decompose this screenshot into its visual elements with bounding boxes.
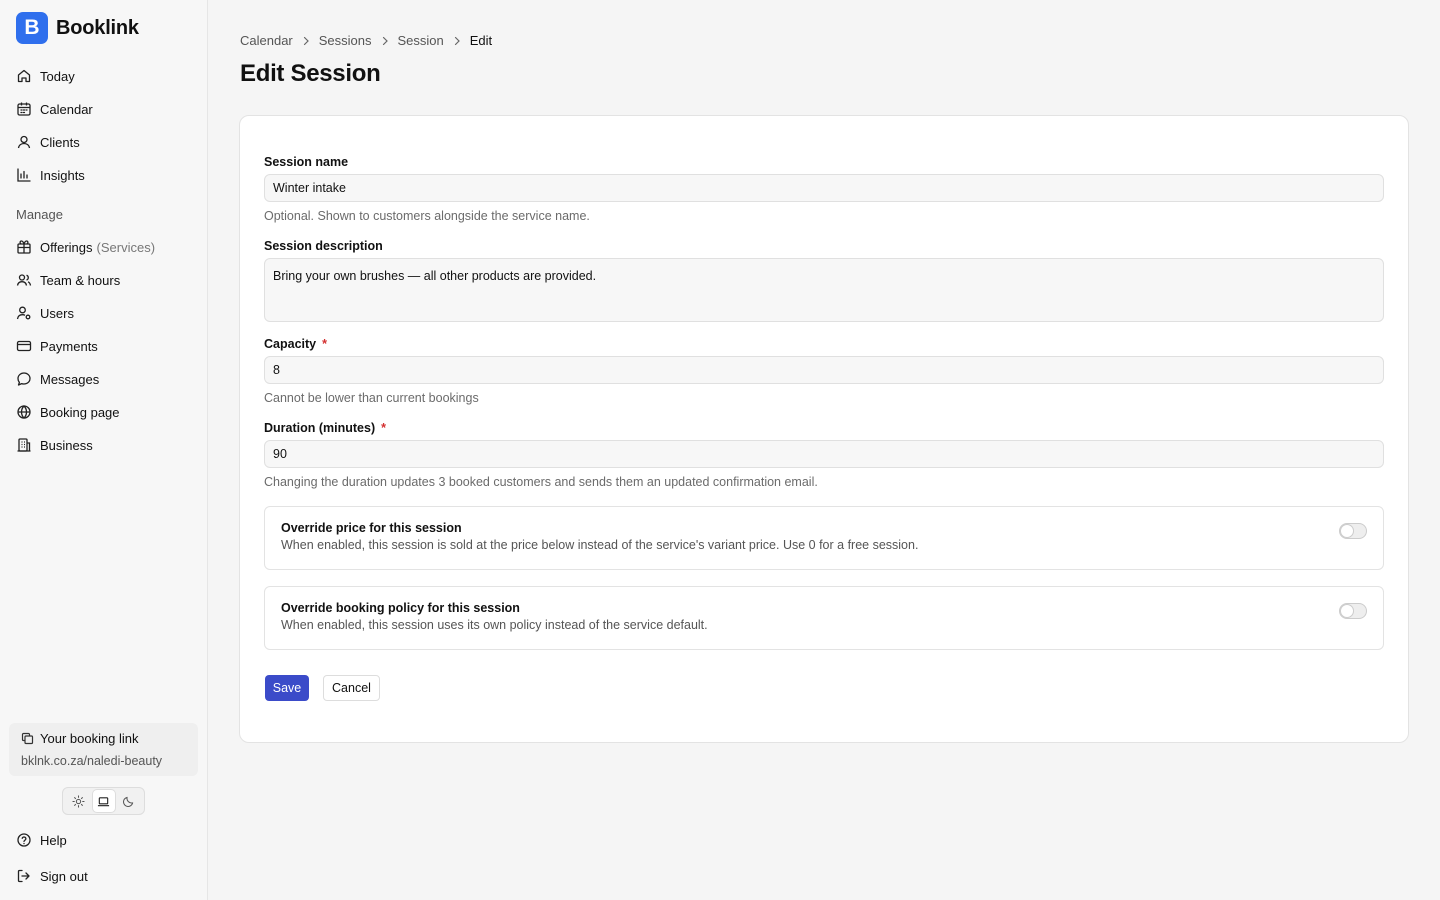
laptop-icon (97, 796, 110, 806)
credit-card-icon (16, 338, 32, 354)
override-price-panel: Override price for this session When ena… (264, 506, 1384, 570)
toggle-knob (1341, 605, 1353, 617)
override-price-toggle[interactable] (1339, 523, 1367, 539)
required-mark: * (322, 337, 327, 351)
sidebar-item-payments[interactable]: Payments (16, 334, 98, 358)
session-description-textarea[interactable]: Bring your own brushes — all other produ… (264, 258, 1384, 322)
users-icon (16, 272, 32, 288)
session-name-hint: Optional. Shown to customers alongside t… (264, 209, 590, 223)
sidebar-item-clients[interactable]: Clients (16, 130, 80, 154)
gift-icon (16, 239, 32, 255)
capacity-label-text: Capacity (264, 337, 317, 351)
globe-icon (16, 404, 32, 420)
theme-light-button[interactable] (68, 790, 90, 812)
sidebar-item-users[interactable]: Users (16, 301, 74, 325)
booking-link-url[interactable]: bklnk.co.za/naledi-beauty (21, 754, 186, 768)
sidebar: B Booklink Today Calendar Clients Insigh… (0, 0, 208, 900)
session-name-input[interactable] (264, 174, 1384, 202)
brand-name: Booklink (56, 16, 139, 39)
sidebar-item-suffix: (Services) (96, 239, 156, 255)
sidebar-item-label: Payments (40, 338, 98, 354)
sidebar-item-help[interactable]: Help (16, 828, 67, 852)
chart-icon (16, 167, 32, 183)
sidebar-item-label: Help (40, 832, 67, 848)
help-icon (16, 832, 32, 848)
breadcrumb-edit: Edit (469, 33, 493, 48)
breadcrumb: Calendar Sessions Session Edit (240, 33, 492, 48)
booking-link-title-text: Your booking link (40, 731, 139, 746)
required-mark: * (381, 421, 386, 435)
edit-session-form: Session name Optional. Shown to customer… (239, 115, 1409, 743)
override-policy-title: Override booking policy for this session (281, 601, 520, 615)
message-icon (16, 371, 32, 387)
override-price-description: When enabled, this session is sold at th… (281, 538, 919, 552)
sidebar-item-insights[interactable]: Insights (16, 163, 85, 187)
breadcrumb-sessions[interactable]: Sessions (319, 33, 372, 48)
sidebar-item-offerings[interactable]: Offerings (Services) (16, 235, 155, 259)
override-policy-toggle[interactable] (1339, 603, 1367, 619)
cancel-button[interactable]: Cancel (323, 675, 380, 701)
sidebar-item-label: Booking page (40, 404, 120, 420)
capacity-hint: Cannot be lower than current bookings (264, 391, 479, 405)
building-icon (16, 437, 32, 453)
sidebar-item-label: Users (40, 305, 74, 321)
sidebar-item-today[interactable]: Today (16, 64, 75, 88)
booking-link-card[interactable]: Your booking link bklnk.co.za/naledi-bea… (9, 723, 198, 776)
override-price-title: Override price for this session (281, 521, 462, 535)
sidebar-item-label: Insights (40, 167, 85, 183)
duration-hint: Changing the duration updates 3 booked c… (264, 475, 818, 489)
sidebar-item-label: Team & hours (40, 272, 121, 288)
chevron-right-icon (378, 34, 392, 48)
session-description-label: Session description (264, 239, 383, 253)
user-icon (16, 134, 32, 150)
sun-icon (72, 794, 85, 808)
sidebar-item-label: Business (40, 437, 93, 453)
capacity-input[interactable] (264, 356, 1384, 384)
calendar-icon (16, 101, 32, 117)
user-cog-icon (16, 305, 32, 321)
toggle-knob (1341, 525, 1353, 537)
sidebar-item-sign-out[interactable]: Sign out (16, 864, 88, 888)
home-icon (16, 68, 32, 84)
sidebar-item-label: Clients (40, 134, 80, 150)
breadcrumb-session[interactable]: Session (398, 33, 444, 48)
sidebar-item-calendar[interactable]: Calendar (16, 97, 93, 121)
theme-dark-button[interactable] (118, 790, 140, 812)
theme-toggle (62, 787, 145, 815)
sign-out-icon (16, 868, 32, 884)
brand[interactable]: B Booklink (16, 12, 139, 44)
sidebar-item-team-hours[interactable]: Team & hours (16, 268, 120, 292)
page-title: Edit Session (240, 60, 381, 87)
session-name-label: Session name (264, 155, 349, 169)
manage-section-label: Manage (16, 207, 63, 222)
theme-system-button[interactable] (92, 790, 115, 812)
sidebar-item-label: Offerings (40, 239, 93, 255)
chevron-right-icon (299, 34, 313, 48)
sidebar-item-messages[interactable]: Messages (16, 367, 99, 391)
sidebar-item-label: Sign out (40, 868, 88, 884)
override-policy-description: When enabled, this session uses its own … (281, 618, 708, 632)
chevron-right-icon (450, 34, 464, 48)
booking-link-title: Your booking link (21, 731, 186, 746)
save-button[interactable]: Save (265, 675, 309, 701)
duration-label-text: Duration (minutes) (264, 421, 376, 435)
sidebar-item-label: Messages (40, 371, 100, 387)
override-policy-panel: Override booking policy for this session… (264, 586, 1384, 650)
sidebar-item-booking-page[interactable]: Booking page (16, 400, 120, 424)
copy-icon[interactable] (21, 732, 34, 745)
duration-label: Duration (minutes) * (264, 421, 386, 435)
sidebar-item-label: Today (40, 68, 75, 84)
sidebar-item-business[interactable]: Business (16, 433, 93, 457)
duration-input[interactable] (264, 440, 1384, 468)
moon-icon (123, 796, 134, 807)
capacity-label: Capacity * (264, 337, 327, 351)
breadcrumb-calendar[interactable]: Calendar (240, 33, 293, 48)
sidebar-item-label: Calendar (40, 101, 93, 117)
brand-logo: B (16, 12, 48, 44)
